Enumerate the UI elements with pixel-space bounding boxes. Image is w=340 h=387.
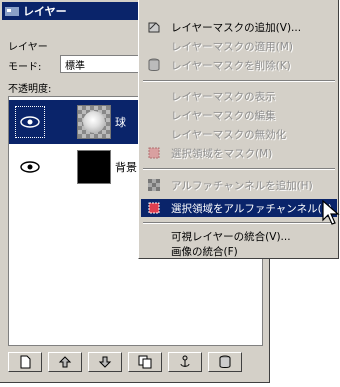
menu-item-add-alpha-channel[interactable]: アルファチャンネルを追加(H) [141,176,337,194]
window-title: レイヤー [23,5,67,18]
menu-item-flatten-image[interactable]: 画像の統合(F) [141,242,337,260]
menu-item-apply-layer-mask[interactable]: レイヤーマスクの適用(M) [141,37,337,55]
menu-item-add-layer-mask[interactable]: レイヤーマスクの追加(V)... [141,18,337,36]
delete-layer-button[interactable] [208,352,242,372]
layer-name[interactable]: 背景 [115,159,137,175]
lower-layer-button[interactable] [88,352,122,372]
menu-separator [143,222,335,224]
gimp-icon [5,7,19,16]
delete-layer-icon [219,355,231,368]
add-alpha-icon [148,179,160,191]
duplicate-layer-icon [138,355,152,369]
menu-item-show-layer-mask[interactable]: レイヤーマスクの表示 [141,87,337,105]
alpha-to-selection-icon [148,202,160,214]
mode-label: モード: [8,62,42,73]
new-layer-button[interactable] [8,352,42,372]
raise-layer-button[interactable] [48,352,82,372]
layer-thumbnail[interactable] [77,105,111,139]
anchor-layer-icon [180,355,190,367]
layer-toolbar [8,352,266,374]
anchor-layer-button[interactable] [168,352,202,372]
opacity-label: 不透明度: [8,84,52,95]
add-mask-icon [148,22,160,33]
menu-separator [143,80,335,82]
layer-thumbnail[interactable] [77,150,111,184]
raise-layer-icon [58,356,72,368]
layer-tab-label: レイヤー [8,42,48,53]
delete-mask-icon [148,58,160,71]
new-layer-icon [20,355,31,369]
menu-item-mask-to-selection[interactable]: 選択領域をマスク(M) [141,144,337,162]
menu-item-disable-layer-mask[interactable]: レイヤーマスクの無効化 [141,125,337,143]
menu-separator [143,168,335,170]
eye-icon[interactable] [19,160,41,174]
mode-dropdown[interactable]: 標準 [60,55,140,73]
sphere-thumbnail [83,111,105,133]
mouse-pointer-icon [322,200,340,225]
duplicate-layer-button[interactable] [128,352,162,372]
layer-context-menu: レイヤーマスクの追加(V)... レイヤーマスクの適用(M) レイヤーマスクを削… [138,0,339,259]
focus-ring [15,106,45,138]
menu-item-edit-layer-mask[interactable]: レイヤーマスクの編集 [141,106,337,124]
mask-to-selection-icon [148,147,160,159]
mode-value: 標準 [65,60,85,72]
menu-item-alpha-to-selection[interactable]: 選択領域をアルファチャンネル(P) [141,199,337,217]
layer-name[interactable]: 球 [115,114,126,130]
lower-layer-icon [98,356,112,368]
menu-item-delete-layer-mask[interactable]: レイヤーマスクを削除(K) [141,56,337,74]
